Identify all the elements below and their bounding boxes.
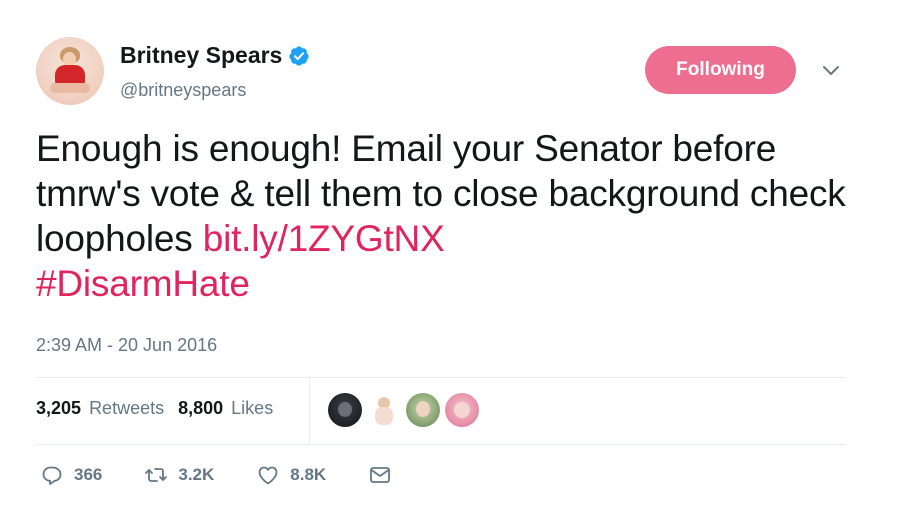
user-name[interactable]: Britney Spears [120, 42, 282, 69]
user-handle[interactable]: @britneyspears [120, 80, 246, 101]
divider-top [36, 377, 846, 378]
retweets-label: Retweets [89, 398, 165, 418]
retweets-stat[interactable]: 3,205 Retweets [36, 398, 164, 419]
retweet-count: 3.2K [178, 465, 215, 484]
heart-icon [258, 466, 278, 485]
verified-badge-icon [289, 45, 309, 66]
reply-icon [42, 466, 62, 485]
profile-avatar[interactable] [36, 37, 104, 105]
tweet-text: Enough is enough! Email your Senator bef… [36, 126, 866, 306]
tweet-timestamp[interactable]: 2:39 AM - 20 Jun 2016 [36, 335, 217, 356]
following-button[interactable]: Following [645, 46, 796, 94]
stats-divider [309, 378, 310, 443]
envelope-icon [370, 467, 391, 483]
liker-avatar[interactable] [445, 393, 479, 427]
like-button[interactable]: 8.8K [256, 463, 326, 487]
reply-button[interactable]: 366 [40, 463, 102, 487]
reply-count: 366 [74, 465, 103, 484]
liker-avatar[interactable] [328, 393, 362, 427]
liker-avatars [328, 393, 479, 427]
likes-label: Likes [231, 398, 274, 418]
tweet-actions: 366 3.2K 8.8K [40, 463, 392, 487]
direct-message-button[interactable] [368, 463, 392, 487]
avatar-face [63, 52, 76, 66]
name-row: Britney Spears [120, 42, 310, 69]
likes-count: 8,800 [178, 398, 224, 418]
likes-stat[interactable]: 8,800 Likes [178, 398, 273, 419]
divider-bottom [36, 444, 846, 445]
liker-avatar[interactable] [406, 393, 440, 427]
tweet-stats: 3,205 Retweets 8,800 Likes [36, 398, 273, 419]
like-count: 8.8K [290, 465, 327, 484]
retweet-icon [145, 468, 168, 482]
tweet-link[interactable]: bit.ly/1ZYGtNX [203, 218, 445, 259]
avatar-legs [50, 83, 90, 93]
retweet-button[interactable]: 3.2K [144, 463, 214, 487]
liker-avatar[interactable] [367, 393, 401, 427]
chevron-down-icon[interactable] [822, 64, 840, 78]
tweet-hashtag[interactable]: #DisarmHate [36, 263, 250, 304]
retweets-count: 3,205 [36, 398, 82, 418]
